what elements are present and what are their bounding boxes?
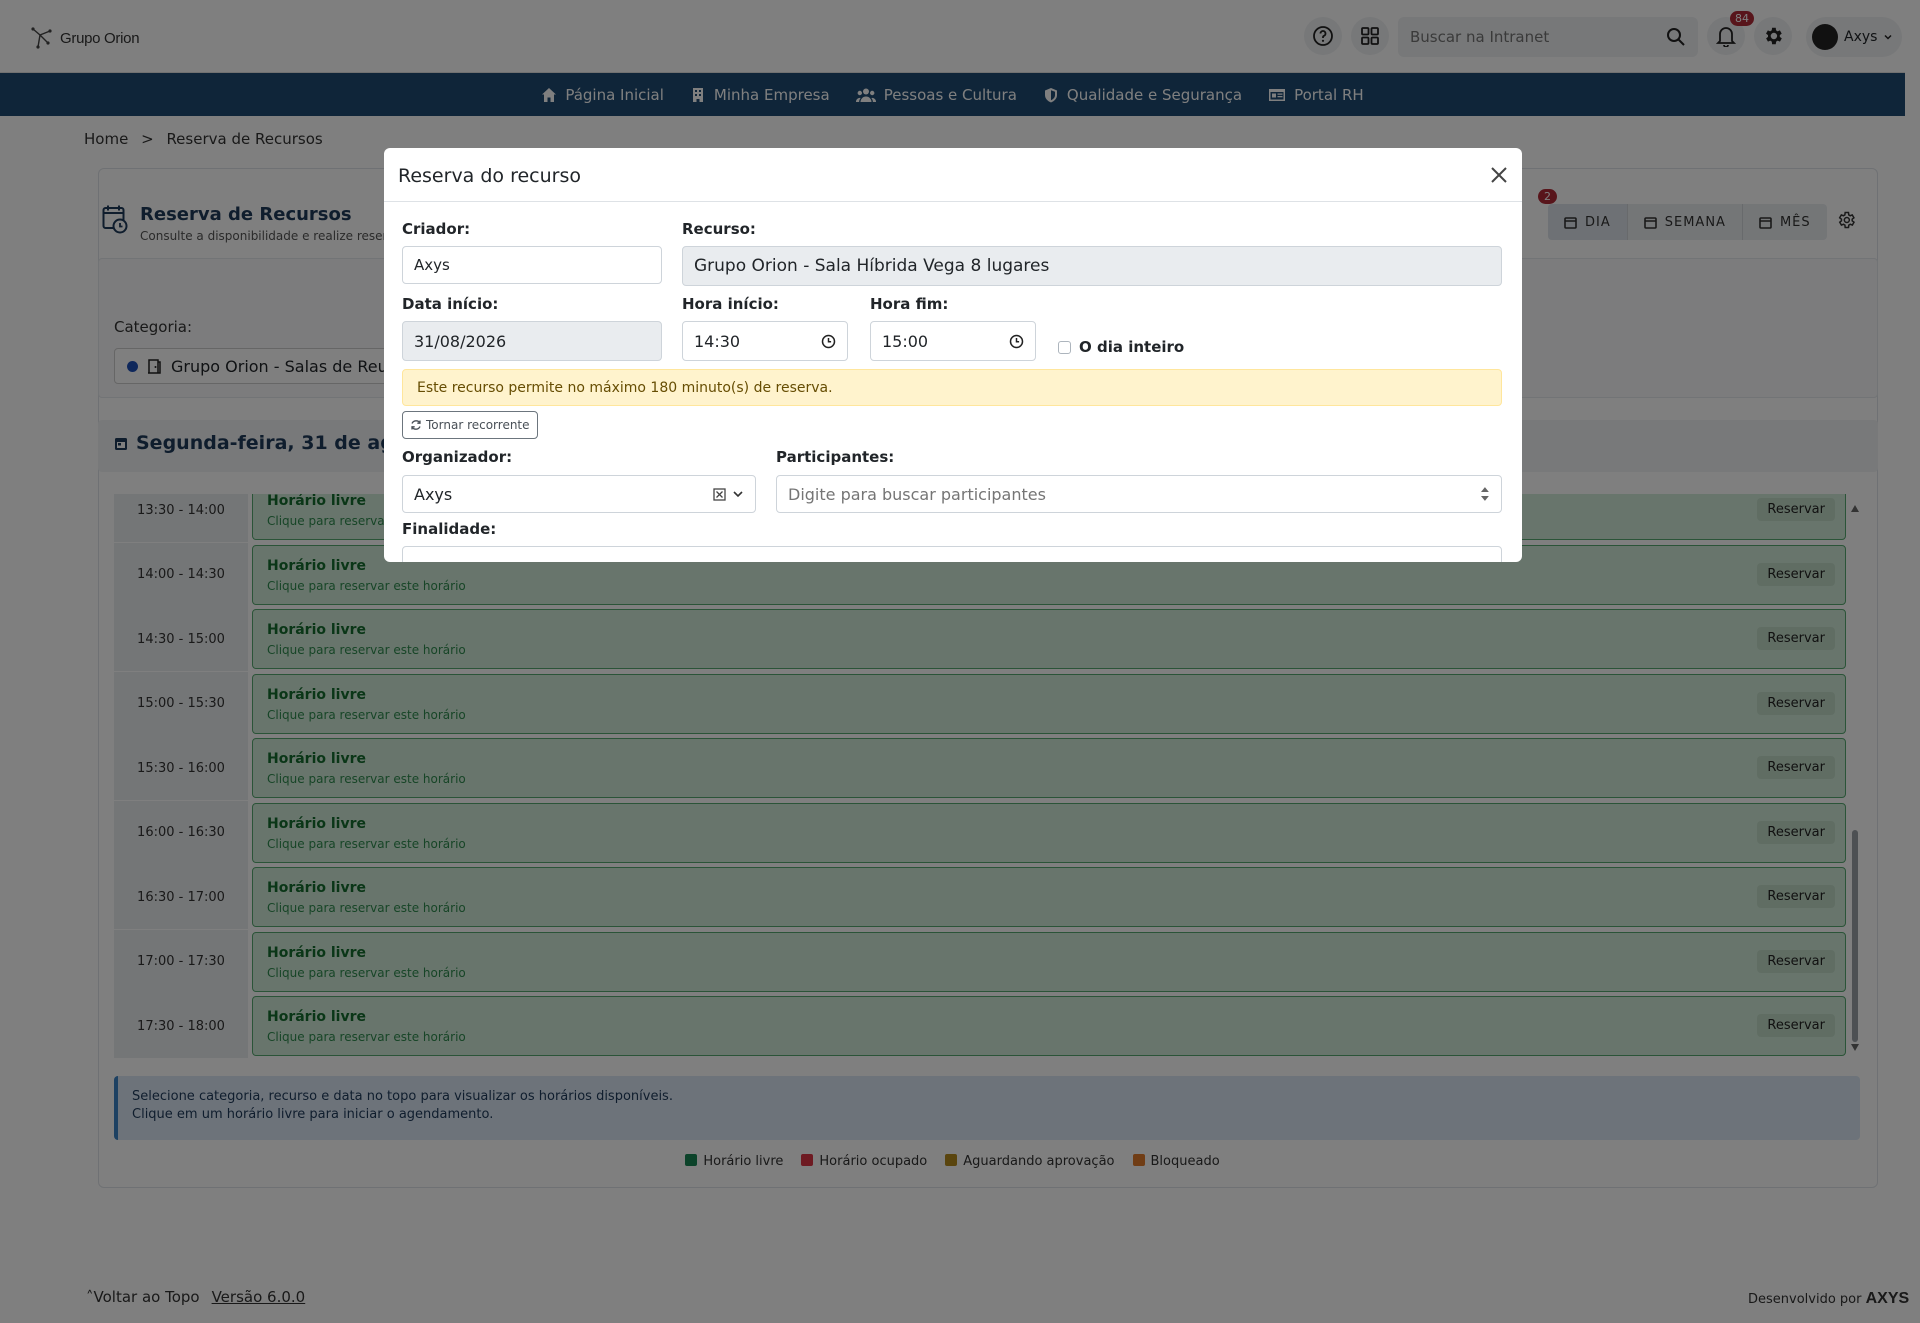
participants-select[interactable] — [776, 475, 1502, 513]
participants-search-input[interactable] — [788, 484, 1481, 504]
resource-value: Grupo Orion - Sala Híbrida Vega 8 lugare… — [694, 256, 1050, 276]
purpose-label: Finalidade: — [402, 520, 497, 538]
creator-field[interactable]: Axys — [402, 246, 662, 284]
max-duration-warning: Este recurso permite no máximo 180 minut… — [402, 369, 1502, 406]
start-time-field[interactable]: 14:30 — [682, 321, 848, 361]
sort-arrows-icon — [1481, 487, 1490, 501]
close-icon[interactable] — [1488, 164, 1510, 186]
organizer-select[interactable]: Axys — [402, 475, 756, 513]
organizer-controls — [713, 487, 744, 501]
resource-label: Recurso: — [682, 220, 756, 238]
make-recurrent-button[interactable]: Tornar recorrente — [402, 411, 538, 439]
start-date-label: Data início: — [402, 295, 499, 313]
creator-label: Criador: — [402, 220, 471, 238]
clear-icon[interactable] — [713, 487, 726, 501]
organizer-value: Axys — [414, 484, 453, 504]
organizer-label: Organizador: — [402, 448, 513, 466]
chevron-down-icon[interactable] — [732, 488, 744, 500]
all-day-checkbox[interactable]: O dia inteiro — [1058, 338, 1184, 356]
checkbox-box[interactable] — [1058, 340, 1071, 354]
start-date-value: 31/08/2026 — [414, 331, 507, 351]
participants-label: Participantes: — [776, 448, 895, 466]
end-time-field[interactable]: 15:00 — [870, 321, 1036, 361]
end-time-label: Hora fim: — [870, 295, 949, 313]
modal-title: Reserva do recurso — [398, 165, 581, 187]
refresh-icon — [411, 420, 421, 430]
start-time-label: Hora início: — [682, 295, 779, 313]
start-time-value: 14:30 — [694, 331, 741, 351]
modal-header: Reserva do recurso — [384, 148, 1522, 202]
make-recurrent-label: Tornar recorrente — [426, 418, 530, 432]
start-date-field[interactable]: 31/08/2026 — [402, 321, 662, 361]
end-time-value: 15:00 — [882, 331, 929, 351]
creator-value: Axys — [414, 256, 450, 274]
clock-icon[interactable] — [1009, 334, 1024, 349]
reservation-modal: Reserva do recurso Criador: Axys Recurso… — [384, 148, 1522, 562]
clock-icon[interactable] — [821, 334, 836, 349]
resource-field: Grupo Orion - Sala Híbrida Vega 8 lugare… — [682, 246, 1502, 286]
purpose-textarea[interactable] — [402, 546, 1502, 562]
all-day-label: O dia inteiro — [1079, 338, 1185, 356]
